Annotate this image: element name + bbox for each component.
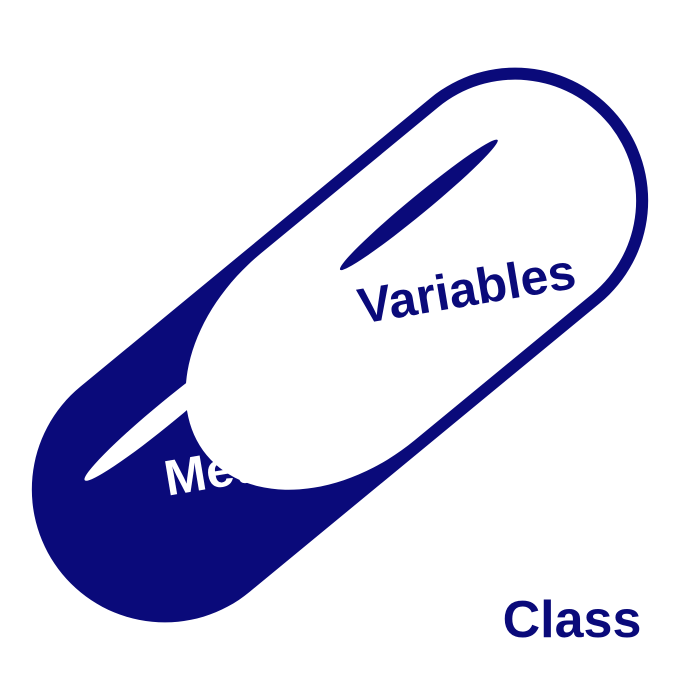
class-capsule-diagram: Methods Variables Class xyxy=(0,0,700,700)
class-caption: Class xyxy=(503,591,642,649)
capsule-svg: Methods Variables Class xyxy=(31,67,649,649)
